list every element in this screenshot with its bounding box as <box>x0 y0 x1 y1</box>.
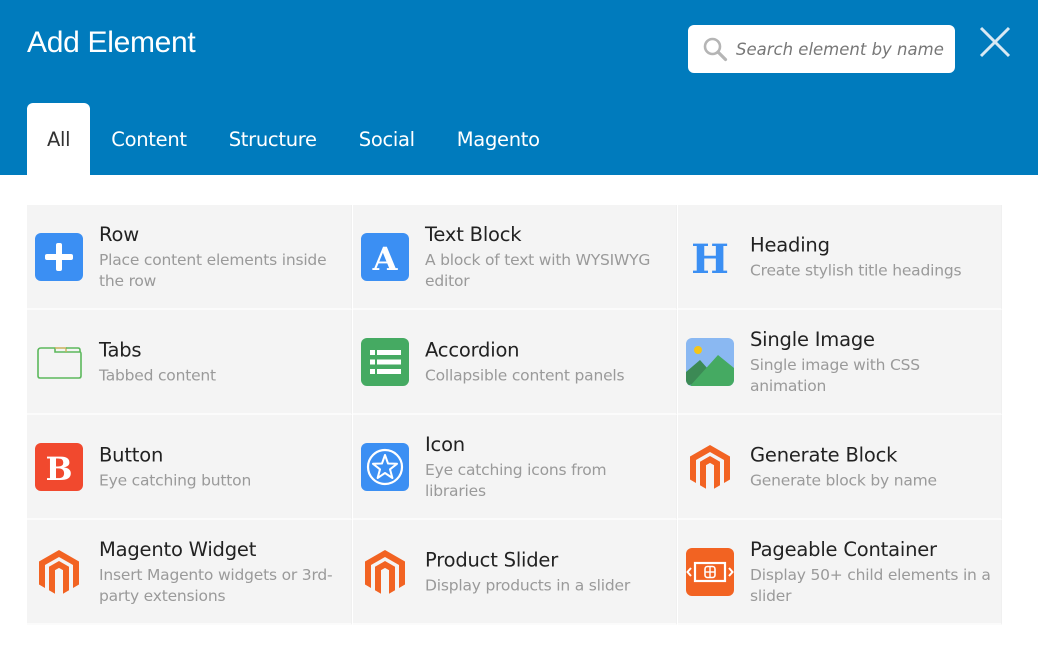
element-text-block[interactable]: A Text Block A block of text with WYSIWY… <box>353 205 677 310</box>
element-description: Insert Magento widgets or 3rd-party exte… <box>99 565 333 605</box>
tab-magento[interactable]: Magento <box>436 103 561 175</box>
element-accordion[interactable]: Accordion Collapsible content panels <box>353 310 677 415</box>
search-box[interactable] <box>688 25 955 73</box>
element-description: A block of text with WYSIWYG editor <box>425 250 651 290</box>
element-icon[interactable]: Icon Eye catching icons from libraries <box>353 415 677 520</box>
slider-icon <box>686 547 734 596</box>
search-icon <box>703 37 728 62</box>
element-description: Single image with CSS animation <box>750 355 920 395</box>
element-description: Place content elements inside the row <box>99 250 327 290</box>
element-name: Generate Block <box>750 443 898 466</box>
svg-text:H: H <box>691 236 729 281</box>
element-heading[interactable]: H Heading Create stylish title headings <box>678 205 1002 310</box>
close-icon[interactable] <box>977 24 1013 60</box>
tab-content[interactable]: Content <box>90 103 207 175</box>
list-icon <box>361 337 409 386</box>
element-name: Row <box>99 222 139 246</box>
element-single-image[interactable]: Single Image Single image with CSS anima… <box>678 310 1002 415</box>
element-description: Tabbed content <box>99 366 216 384</box>
element-description: Generate block by name <box>750 471 937 489</box>
letter-h-icon: H <box>691 236 729 281</box>
letter-b-icon: B <box>35 442 83 491</box>
element-name: Button <box>99 443 164 466</box>
tabs-icon <box>37 346 82 379</box>
element-magento-widget[interactable]: Magento Widget Insert Magento widgets or… <box>27 520 352 625</box>
magento-icon <box>39 549 79 595</box>
modal-header: Add Element All Content Structure Social… <box>0 0 1038 175</box>
element-product-slider[interactable]: Product Slider Display products in a sli… <box>353 520 677 625</box>
element-description: Display 50+ child elements in a slider <box>750 565 991 605</box>
element-name: Tabs <box>99 338 142 361</box>
element-description: Eye catching button <box>99 471 252 489</box>
element-name: Pageable Container <box>750 537 937 561</box>
tab-social[interactable]: Social <box>338 103 436 175</box>
element-description: Collapsible content panels <box>425 366 625 384</box>
svg-text:B: B <box>45 450 72 488</box>
element-button[interactable]: B Button Eye catching button <box>27 415 352 520</box>
svg-text:A: A <box>372 240 399 278</box>
element-pageable-container[interactable]: Pageable Container Display 50+ child ele… <box>678 520 1002 625</box>
element-name: Text Block <box>425 222 522 246</box>
element-name: Single Image <box>750 327 875 351</box>
modal-title: Add Element <box>27 26 196 59</box>
star-icon <box>361 442 409 491</box>
tab-all[interactable]: All <box>27 103 91 175</box>
image-icon <box>686 337 734 386</box>
element-grid: Row Place content elements inside the ro… <box>27 205 1002 625</box>
element-generate-block[interactable]: Generate Block Generate block by name <box>678 415 1002 520</box>
tab-structure[interactable]: Structure <box>208 103 338 175</box>
element-name: Accordion <box>425 338 520 361</box>
element-description: Create stylish title headings <box>750 261 962 279</box>
element-description: Display products in a slider <box>425 576 630 594</box>
element-name: Icon <box>425 432 465 456</box>
plus-icon <box>35 232 83 281</box>
element-description: Eye catching icons from libraries <box>425 460 607 500</box>
element-tabs[interactable]: Tabs Tabbed content <box>27 310 352 415</box>
element-name: Heading <box>750 233 830 256</box>
element-row[interactable]: Row Place content elements inside the ro… <box>27 205 352 310</box>
category-tabs: All Content Structure Social Magento <box>27 103 561 175</box>
element-name: Magento Widget <box>99 537 257 561</box>
magento-icon <box>365 549 405 595</box>
element-name: Product Slider <box>425 548 559 571</box>
letter-a-icon: A <box>361 232 409 281</box>
magento-icon <box>690 444 730 490</box>
search-input[interactable] <box>736 25 948 73</box>
